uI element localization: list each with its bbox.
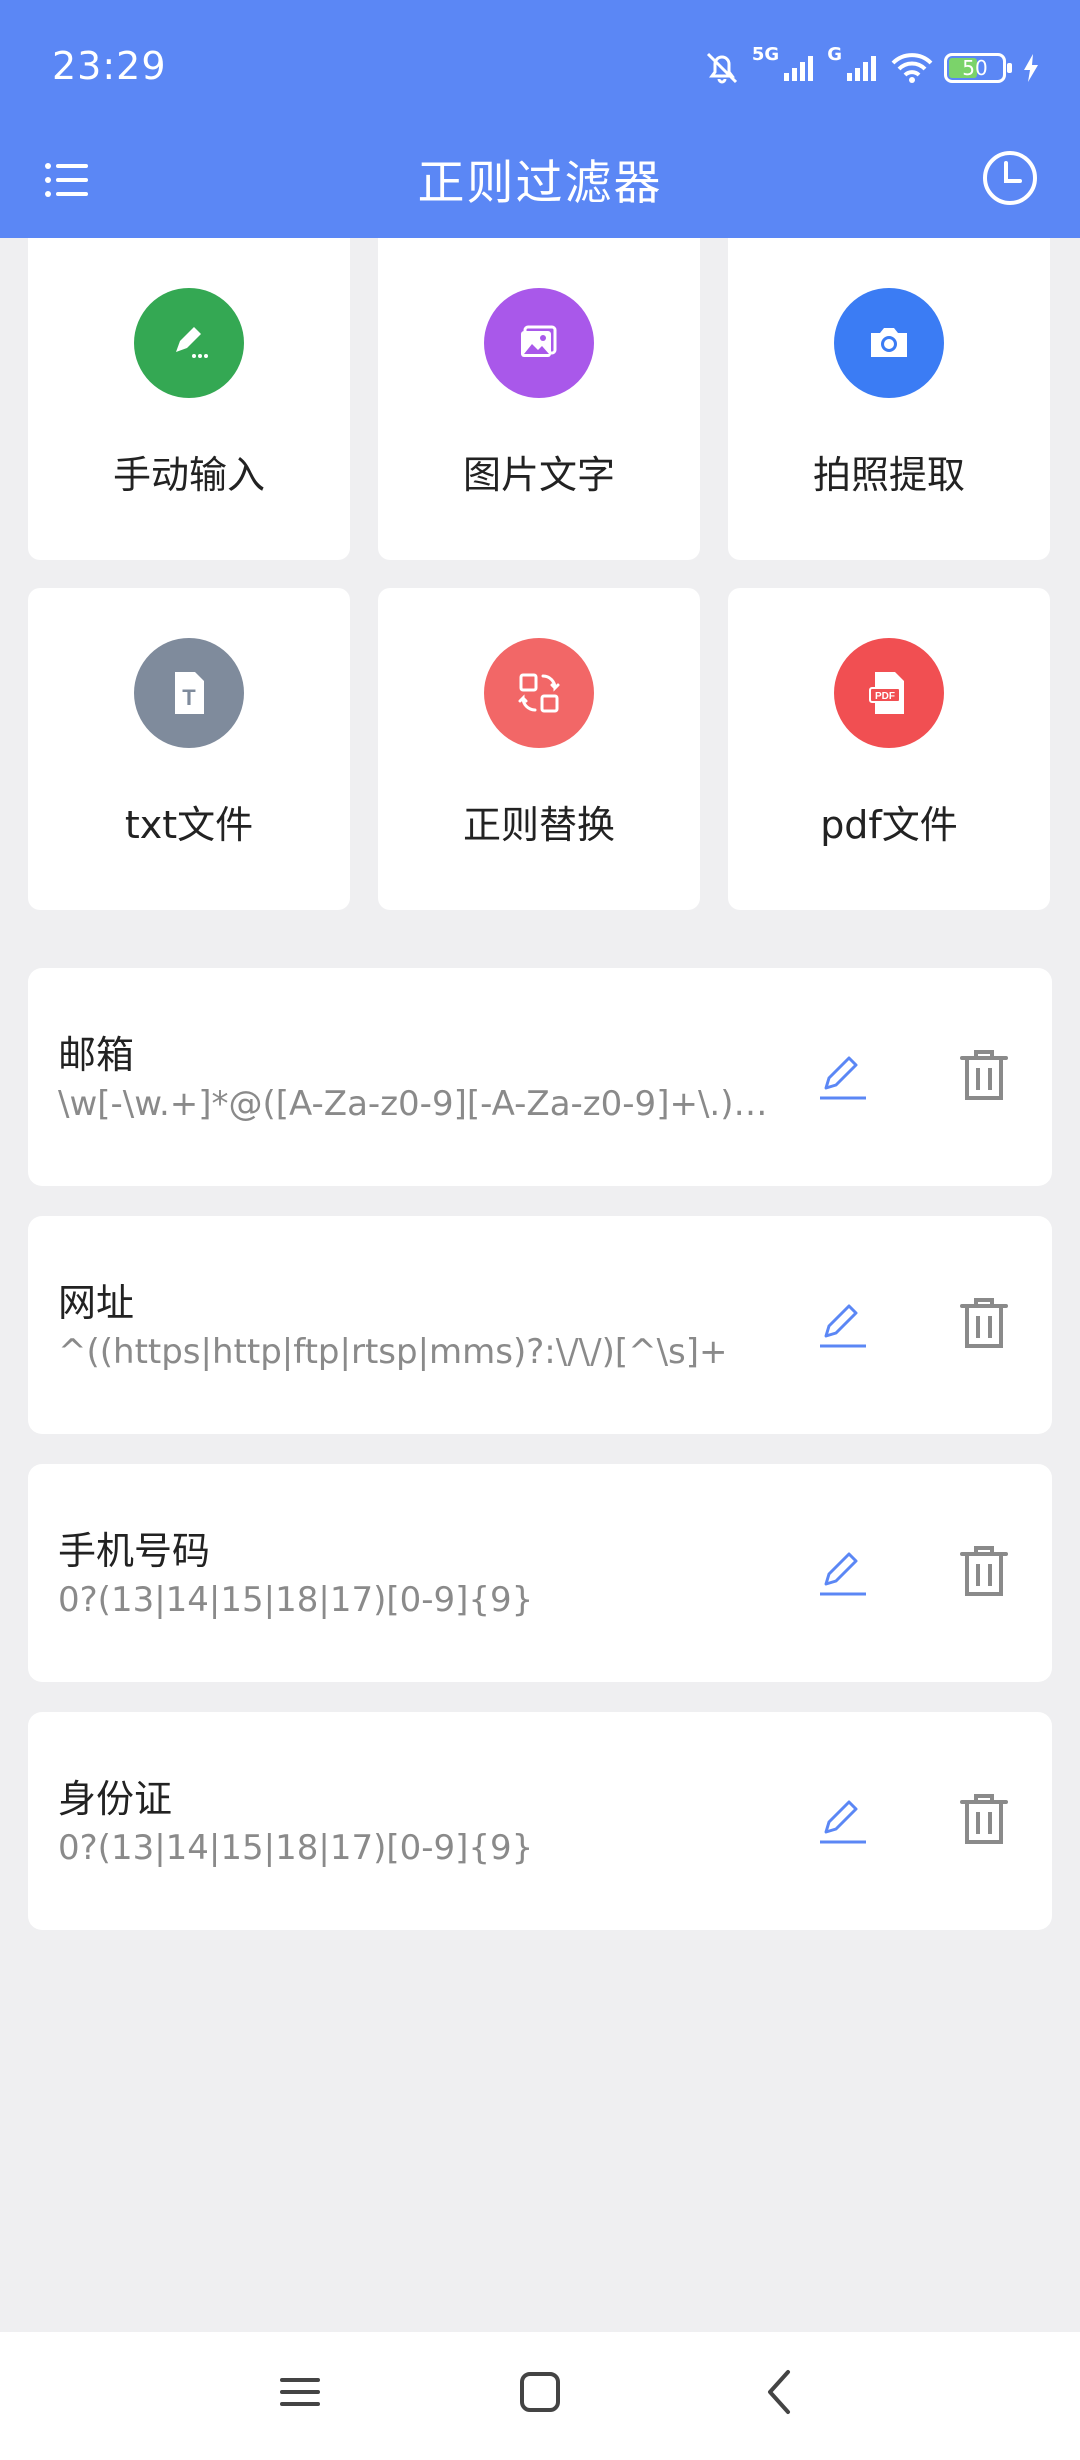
status-bar: 23:29 5G G 50 <box>0 0 1080 140</box>
trash-icon[interactable] <box>956 1788 1012 1850</box>
edit-icon[interactable] <box>812 1046 872 1106</box>
edit-icon[interactable] <box>812 1542 872 1602</box>
battery-level: 50 <box>962 56 988 80</box>
clock-history-icon[interactable] <box>978 146 1042 210</box>
rule-pattern: \w[-\w.+]*@([A-Za-z0-9][-A-Za-z0-9]+\.)+… <box>58 1084 778 1124</box>
signal-icon-2 <box>847 56 876 81</box>
tile-image-text-label: 图片文字 <box>462 453 615 497</box>
network-5g-label: 5G <box>751 43 780 65</box>
rule-name: 手机号码 <box>58 1529 211 1573</box>
rule-card-phone[interactable]: 手机号码 0?(13|14|15|18|17)[0-9]{9} <box>28 1464 1052 1682</box>
replace-icon <box>518 673 560 713</box>
tile-pdf-file-label: pdf文件 <box>820 803 958 847</box>
tile-pdf-file-badge: PDF <box>834 638 944 748</box>
pdf-file-icon: PDF <box>869 672 904 714</box>
tile-camera-extract-badge <box>834 288 944 398</box>
tile-manual-input-label: 手动输入 <box>112 453 265 497</box>
bell-off-icon <box>706 52 737 84</box>
tile-regex-replace[interactable]: 正则替换 <box>378 588 700 910</box>
tile-regex-replace-label: 正则替换 <box>462 803 615 847</box>
rule-card-email[interactable]: 邮箱 \w[-\w.+]*@([A-Za-z0-9][-A-Za-z0-9]+\… <box>28 968 1052 1186</box>
edit-icon[interactable] <box>812 1294 872 1354</box>
tile-regex-replace-badge <box>484 638 594 748</box>
rule-pattern: 0?(13|14|15|18|17)[0-9]{9} <box>58 1580 534 1620</box>
rule-name: 邮箱 <box>58 1033 135 1077</box>
trash-icon[interactable] <box>956 1540 1012 1602</box>
charging-icon <box>1024 54 1038 82</box>
signal-icon <box>784 56 814 81</box>
rule-pattern: ^((https|http|ftp|rtsp|mms)?:\/\/)[^\s]+ <box>58 1332 728 1372</box>
rule-name: 网址 <box>58 1281 135 1325</box>
pencil-icon <box>176 327 208 358</box>
tile-txt-file-label: txt文件 <box>124 803 254 847</box>
status-time: 23:29 <box>52 44 167 88</box>
image-icon <box>521 325 557 357</box>
system-nav-bar <box>0 2332 1080 2460</box>
tile-camera-extract[interactable]: 拍照提取 <box>728 238 1050 560</box>
text-file-icon: T <box>175 672 204 714</box>
rule-card-url[interactable]: 网址 ^((https|http|ftp|rtsp|mms)?:\/\/)[^\… <box>28 1216 1052 1434</box>
status-icons: 5G G 50 <box>692 44 1040 92</box>
recent-apps-icon[interactable] <box>270 2362 330 2422</box>
tile-image-text-badge <box>484 288 594 398</box>
svg-text:PDF: PDF <box>875 691 895 702</box>
battery-icon: 50 <box>944 53 1012 83</box>
home-icon[interactable] <box>510 2362 570 2422</box>
trash-icon[interactable] <box>956 1292 1012 1354</box>
rule-pattern: 0?(13|14|15|18|17)[0-9]{9} <box>58 1828 534 1868</box>
app-header: 23:29 5G G 50 正则过滤器 <box>0 0 1080 238</box>
page-title: 正则过滤器 <box>417 156 663 211</box>
tile-image-text[interactable]: 图片文字 <box>378 238 700 560</box>
camera-icon <box>871 328 907 357</box>
rule-name: 身份证 <box>58 1777 173 1821</box>
wifi-icon <box>891 53 933 83</box>
trash-icon[interactable] <box>956 1044 1012 1106</box>
tile-camera-extract-label: 拍照提取 <box>812 453 965 497</box>
back-icon[interactable] <box>750 2362 810 2422</box>
svg-text:T: T <box>182 685 196 710</box>
tile-txt-file[interactable]: T txt文件 <box>28 588 350 910</box>
network-g-label: G <box>827 43 842 65</box>
toolbar: 正则过滤器 <box>0 140 1080 238</box>
rule-card-id-card[interactable]: 身份证 0?(13|14|15|18|17)[0-9]{9} <box>28 1712 1052 1930</box>
tile-manual-input-badge <box>134 288 244 398</box>
tile-pdf-file[interactable]: PDF pdf文件 <box>728 588 1050 910</box>
tile-manual-input[interactable]: 手动输入 <box>28 238 350 560</box>
edit-icon[interactable] <box>812 1790 872 1850</box>
tile-txt-file-badge: T <box>134 638 244 748</box>
